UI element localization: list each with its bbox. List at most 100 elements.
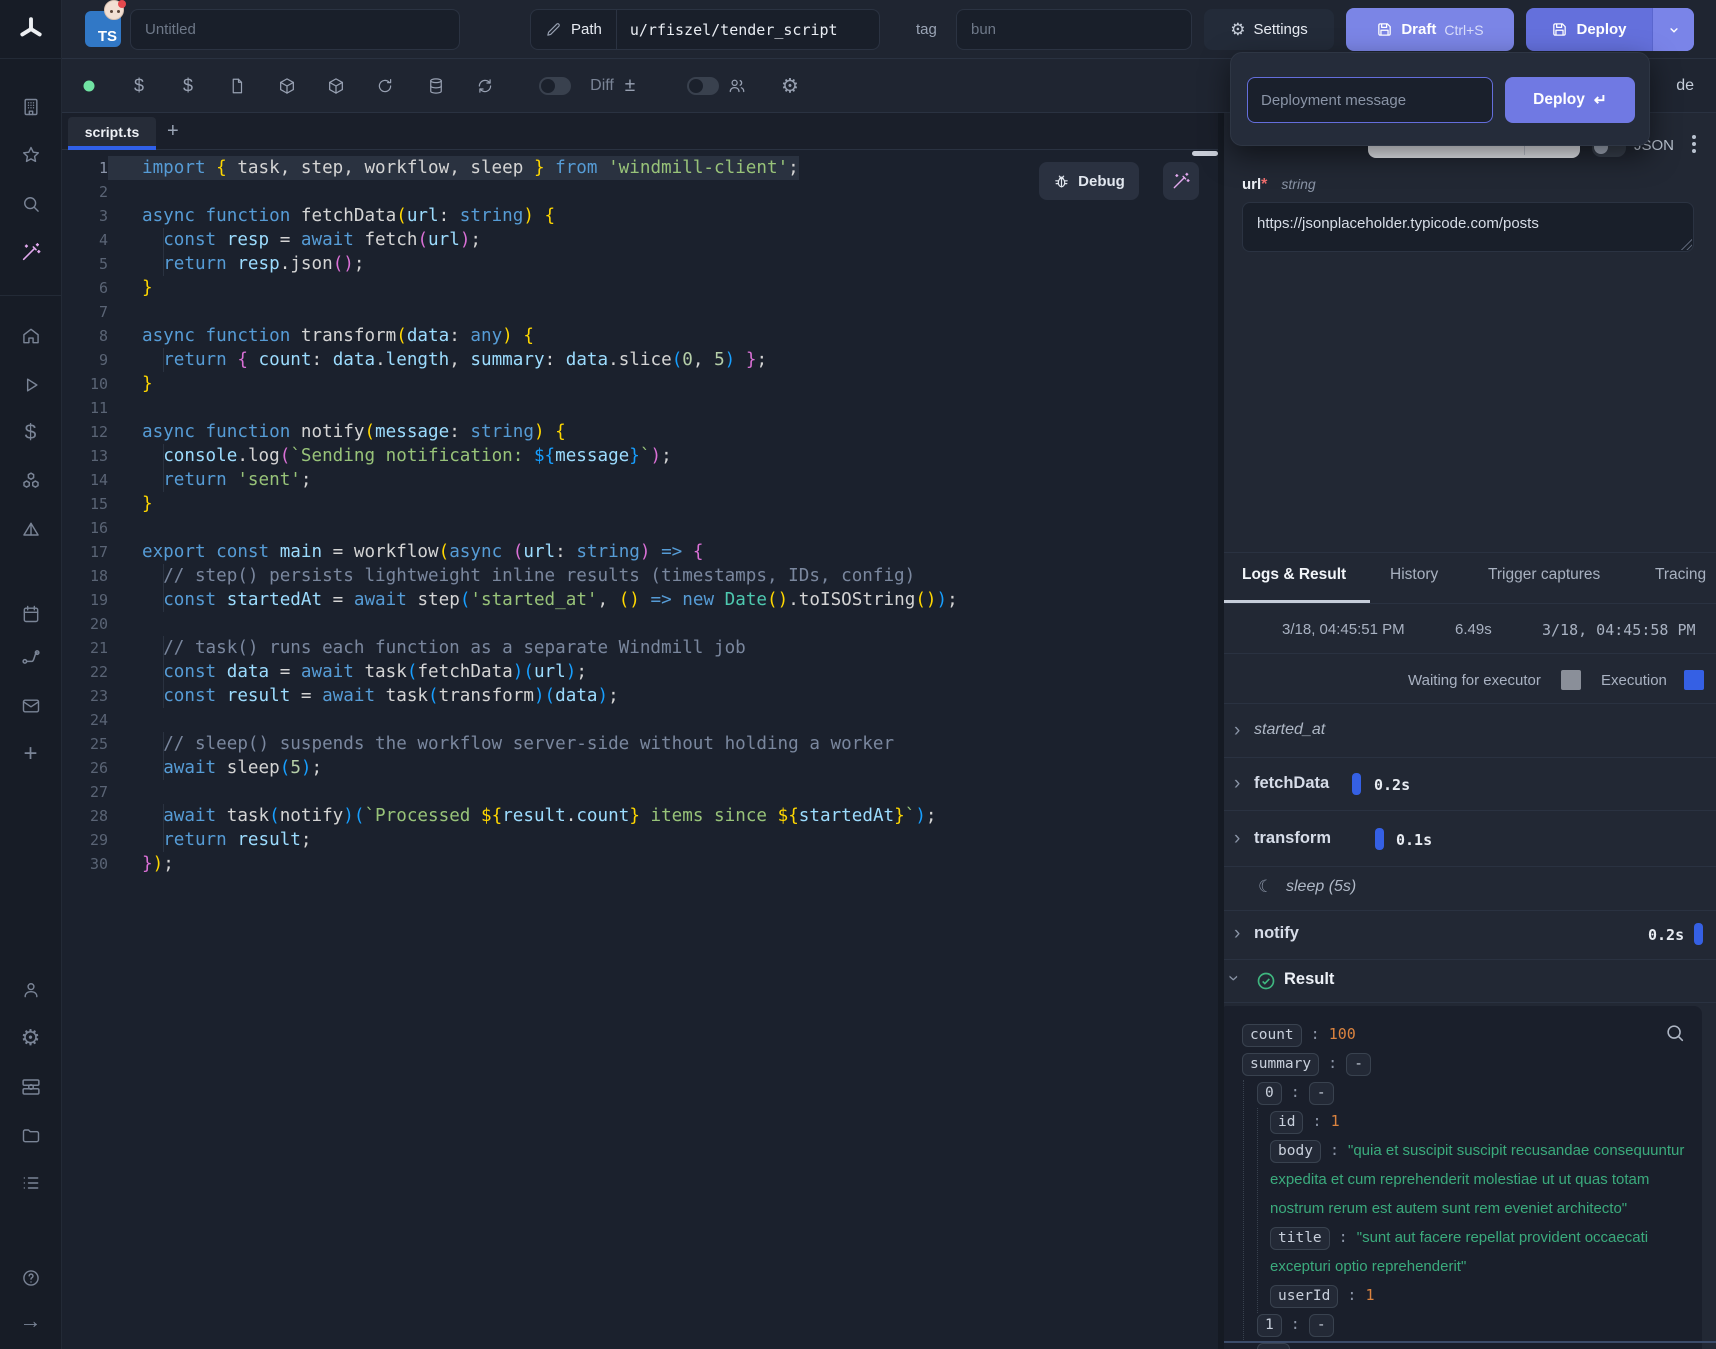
result-row[interactable]: summary : - <box>1224 1049 1686 1078</box>
kebab-menu-icon[interactable] <box>1692 135 1696 156</box>
scrollbar-thumb[interactable] <box>1192 151 1218 156</box>
popup-deploy-button[interactable]: Deploy ↵ <box>1505 77 1635 123</box>
code-line[interactable]: 6} <box>62 276 1218 300</box>
package-icon[interactable] <box>327 76 346 95</box>
code-line[interactable]: 28 await task(notify)(`Processed ${resul… <box>62 804 1218 828</box>
plus-minus-icon[interactable]: ± <box>625 75 635 97</box>
ai-wand-button[interactable] <box>1163 162 1199 200</box>
code-line[interactable]: 30}); <box>62 852 1218 876</box>
code-line[interactable]: 11 <box>62 396 1218 420</box>
collapse-arrow-icon[interactable]: → <box>20 1308 42 1334</box>
package-icon[interactable] <box>278 76 297 95</box>
workspace-building-icon[interactable] <box>21 97 41 117</box>
tab-trigger-captures[interactable]: Trigger captures <box>1488 566 1600 584</box>
debug-button[interactable]: Debug <box>1039 162 1139 200</box>
result-label[interactable]: Result <box>1284 970 1334 989</box>
database-icon[interactable] <box>427 77 445 95</box>
code-line[interactable]: 25 // sleep() suspends the workflow serv… <box>62 732 1218 756</box>
schedules-prism-icon[interactable] <box>21 520 41 540</box>
windmill-logo-icon[interactable] <box>18 16 44 42</box>
multiplayer-toggle[interactable] <box>687 77 719 95</box>
dollar-icon[interactable]: $ <box>183 75 193 96</box>
result-row[interactable]: 0 : - <box>1224 1078 1686 1107</box>
draft-button[interactable]: Draft Ctrl+S <box>1346 8 1514 51</box>
code-line[interactable]: 20 <box>62 612 1218 636</box>
script-name-input[interactable] <box>130 9 460 50</box>
code-line[interactable]: 18 // step() persists lightweight inline… <box>62 564 1218 588</box>
folders-icon[interactable] <box>21 1125 41 1145</box>
variables-dollar-icon[interactable]: $ <box>25 421 37 445</box>
step-fetchdata[interactable]: fetchData <box>1254 774 1329 793</box>
chevron-right-icon[interactable]: › <box>1234 773 1240 795</box>
code-line[interactable]: 29 return result; <box>62 828 1218 852</box>
search-icon[interactable] <box>21 194 41 214</box>
code-line[interactable]: 14 return 'sent'; <box>62 468 1218 492</box>
tab-history[interactable]: History <box>1390 566 1438 584</box>
code-line[interactable]: 15} <box>62 492 1218 516</box>
step-notify[interactable]: notify <box>1254 924 1299 943</box>
runs-play-icon[interactable] <box>21 375 41 395</box>
tab-logs-result[interactable]: Logs & Result <box>1242 566 1346 584</box>
editor-settings-gear-icon[interactable]: ⚙ <box>781 73 799 98</box>
code-line[interactable]: 4 const resp = await fetch(url); <box>62 228 1218 252</box>
home-icon[interactable] <box>21 326 41 346</box>
code-line[interactable]: 26 await sleep(5); <box>62 756 1218 780</box>
tab-script-ts[interactable]: script.ts <box>68 117 156 146</box>
code-line[interactable]: 10} <box>62 372 1218 396</box>
code-line[interactable]: 3async function fetchData(url: string) { <box>62 204 1218 228</box>
result-row[interactable]: userId : 1 <box>1224 1281 1686 1310</box>
code-line[interactable]: 19 const startedAt = await step('started… <box>62 588 1218 612</box>
path-group[interactable]: Path u/rfiszel/tender_script <box>530 9 880 50</box>
settings-button[interactable]: ⚙ Settings <box>1204 9 1334 50</box>
audit-list-icon[interactable] <box>21 1173 41 1193</box>
result-search-icon[interactable] <box>1664 1022 1686 1044</box>
chevron-right-icon[interactable]: › <box>1234 923 1240 945</box>
resources-cubes-icon[interactable] <box>20 471 41 492</box>
diff-toggle[interactable] <box>539 77 571 95</box>
refresh-icon[interactable] <box>476 77 494 95</box>
code-line[interactable]: 9 return { count: data.length, summary: … <box>62 348 1218 372</box>
deploy-dropdown-button[interactable] <box>1652 8 1694 51</box>
flows-route-icon[interactable] <box>20 647 41 668</box>
workers-server-icon[interactable] <box>20 1077 41 1098</box>
code-line[interactable]: 23 const result = await task(transform)(… <box>62 684 1218 708</box>
dollar-icon[interactable]: $ <box>134 75 144 96</box>
chevron-down-icon[interactable]: › <box>1222 975 1244 981</box>
code-line[interactable]: 12async function notify(message: string)… <box>62 420 1218 444</box>
file-icon[interactable] <box>228 77 246 95</box>
code-line[interactable]: 27 <box>62 780 1218 804</box>
code-line[interactable]: 5 return resp.json(); <box>62 252 1218 276</box>
url-input[interactable]: https://jsonplaceholder.typicode.com/pos… <box>1242 202 1694 252</box>
code-line[interactable]: 24 <box>62 708 1218 732</box>
tab-tracing[interactable]: Tracing <box>1655 566 1706 584</box>
settings-gear-icon[interactable]: ⚙ <box>21 1025 41 1051</box>
code-line[interactable]: 16 <box>62 516 1218 540</box>
code-line[interactable]: 21 // task() runs each function as a sep… <box>62 636 1218 660</box>
result-row[interactable]: count : 100 <box>1224 1020 1686 1049</box>
user-icon[interactable] <box>21 980 41 1000</box>
chevron-right-icon[interactable]: › <box>1234 720 1240 742</box>
rotate-icon[interactable] <box>376 77 394 95</box>
tag-input[interactable] <box>956 9 1192 50</box>
add-tab-button[interactable]: + <box>167 113 179 150</box>
calendar-icon[interactable] <box>21 604 41 624</box>
code-editor[interactable]: 1import { task, step, workflow, sleep } … <box>62 150 1218 1349</box>
result-row[interactable]: id : 1 <box>1224 1107 1686 1136</box>
mail-icon[interactable] <box>21 696 41 716</box>
result-row[interactable]: body : "quia et suscipit suscipit recusa… <box>1224 1136 1686 1223</box>
star-icon[interactable] <box>21 145 41 165</box>
code-line[interactable]: 7 <box>62 300 1218 324</box>
code-line[interactable]: 8async function transform(data: any) { <box>62 324 1218 348</box>
step-transform[interactable]: transform <box>1254 829 1331 848</box>
add-plus-icon[interactable]: + <box>23 740 37 768</box>
ai-wand-icon[interactable] <box>20 241 42 263</box>
code-line[interactable]: 13 console.log(`Sending notification: ${… <box>62 444 1218 468</box>
chevron-right-icon[interactable]: › <box>1234 828 1240 850</box>
step-started-at[interactable]: started_at <box>1254 721 1325 739</box>
deploy-button[interactable]: Deploy <box>1526 8 1652 51</box>
deployment-message-input[interactable] <box>1247 77 1493 123</box>
result-row[interactable]: title : "sunt aut facere repellat provid… <box>1224 1223 1686 1281</box>
result-row[interactable]: 1 : - <box>1224 1310 1686 1339</box>
code-line[interactable]: 22 const data = await task(fetchData)(ur… <box>62 660 1218 684</box>
code-line[interactable]: 17export const main = workflow(async (ur… <box>62 540 1218 564</box>
